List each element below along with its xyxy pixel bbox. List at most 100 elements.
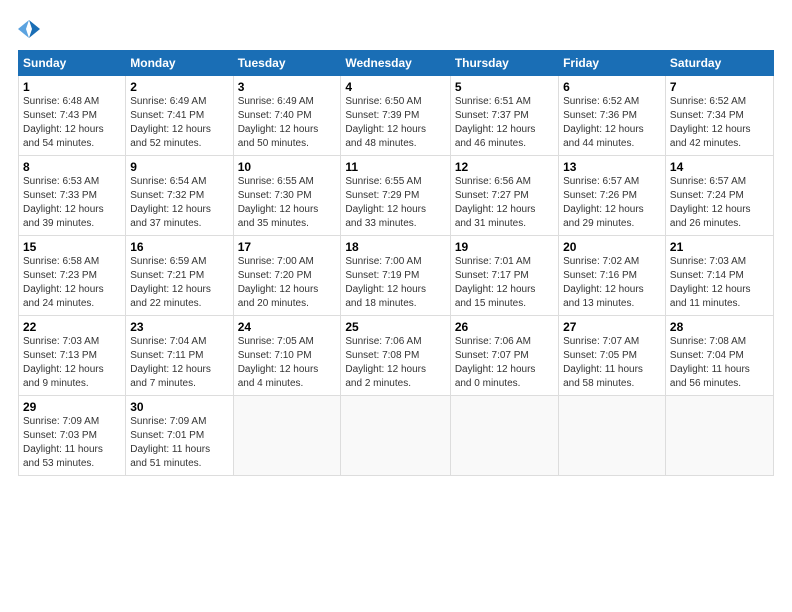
day-number: 24	[238, 320, 337, 334]
week-row-3: 15 Sunrise: 6:58 AMSunset: 7:23 PMDaylig…	[19, 236, 774, 316]
week-row-5: 29 Sunrise: 7:09 AMSunset: 7:03 PMDaylig…	[19, 396, 774, 476]
day-cell: 9 Sunrise: 6:54 AMSunset: 7:32 PMDayligh…	[126, 156, 233, 236]
day-cell	[450, 396, 558, 476]
day-detail: Sunrise: 6:49 AMSunset: 7:41 PMDaylight:…	[130, 96, 211, 149]
day-cell: 8 Sunrise: 6:53 AMSunset: 7:33 PMDayligh…	[19, 156, 126, 236]
day-cell: 27 Sunrise: 7:07 AMSunset: 7:05 PMDaylig…	[559, 316, 666, 396]
day-detail: Sunrise: 7:01 AMSunset: 7:17 PMDaylight:…	[455, 256, 536, 309]
day-cell: 6 Sunrise: 6:52 AMSunset: 7:36 PMDayligh…	[559, 76, 666, 156]
col-header-sunday: Sunday	[19, 51, 126, 76]
day-detail: Sunrise: 6:57 AMSunset: 7:26 PMDaylight:…	[563, 176, 644, 229]
day-cell: 18 Sunrise: 7:00 AMSunset: 7:19 PMDaylig…	[341, 236, 450, 316]
day-number: 19	[455, 240, 554, 254]
day-cell: 17 Sunrise: 7:00 AMSunset: 7:20 PMDaylig…	[233, 236, 341, 316]
logo-text	[18, 18, 40, 40]
day-detail: Sunrise: 6:56 AMSunset: 7:27 PMDaylight:…	[455, 176, 536, 229]
day-cell: 29 Sunrise: 7:09 AMSunset: 7:03 PMDaylig…	[19, 396, 126, 476]
day-number: 17	[238, 240, 337, 254]
day-detail: Sunrise: 7:04 AMSunset: 7:11 PMDaylight:…	[130, 336, 211, 389]
day-cell: 3 Sunrise: 6:49 AMSunset: 7:40 PMDayligh…	[233, 76, 341, 156]
day-cell: 16 Sunrise: 6:59 AMSunset: 7:21 PMDaylig…	[126, 236, 233, 316]
day-detail: Sunrise: 7:00 AMSunset: 7:20 PMDaylight:…	[238, 256, 319, 309]
day-detail: Sunrise: 6:54 AMSunset: 7:32 PMDaylight:…	[130, 176, 211, 229]
day-number: 15	[23, 240, 121, 254]
day-cell: 15 Sunrise: 6:58 AMSunset: 7:23 PMDaylig…	[19, 236, 126, 316]
day-cell	[665, 396, 773, 476]
day-number: 8	[23, 160, 121, 174]
day-number: 22	[23, 320, 121, 334]
day-detail: Sunrise: 6:58 AMSunset: 7:23 PMDaylight:…	[23, 256, 104, 309]
logo-blue-row	[18, 18, 40, 40]
day-cell: 26 Sunrise: 7:06 AMSunset: 7:07 PMDaylig…	[450, 316, 558, 396]
day-number: 12	[455, 160, 554, 174]
day-cell: 2 Sunrise: 6:49 AMSunset: 7:41 PMDayligh…	[126, 76, 233, 156]
day-detail: Sunrise: 7:03 AMSunset: 7:14 PMDaylight:…	[670, 256, 751, 309]
day-detail: Sunrise: 7:09 AMSunset: 7:03 PMDaylight:…	[23, 416, 103, 469]
day-number: 30	[130, 400, 228, 414]
logo	[18, 18, 40, 40]
day-number: 26	[455, 320, 554, 334]
day-cell: 28 Sunrise: 7:08 AMSunset: 7:04 PMDaylig…	[665, 316, 773, 396]
header	[18, 18, 774, 40]
day-number: 18	[345, 240, 445, 254]
day-detail: Sunrise: 7:02 AMSunset: 7:16 PMDaylight:…	[563, 256, 644, 309]
day-number: 2	[130, 80, 228, 94]
day-detail: Sunrise: 6:59 AMSunset: 7:21 PMDaylight:…	[130, 256, 211, 309]
day-cell: 5 Sunrise: 6:51 AMSunset: 7:37 PMDayligh…	[450, 76, 558, 156]
calendar-table: SundayMondayTuesdayWednesdayThursdayFrid…	[18, 50, 774, 476]
day-detail: Sunrise: 6:51 AMSunset: 7:37 PMDaylight:…	[455, 96, 536, 149]
day-detail: Sunrise: 7:07 AMSunset: 7:05 PMDaylight:…	[563, 336, 643, 389]
day-cell: 13 Sunrise: 6:57 AMSunset: 7:26 PMDaylig…	[559, 156, 666, 236]
day-cell: 24 Sunrise: 7:05 AMSunset: 7:10 PMDaylig…	[233, 316, 341, 396]
calendar-header-row: SundayMondayTuesdayWednesdayThursdayFrid…	[19, 51, 774, 76]
day-detail: Sunrise: 6:50 AMSunset: 7:39 PMDaylight:…	[345, 96, 426, 149]
day-detail: Sunrise: 7:09 AMSunset: 7:01 PMDaylight:…	[130, 416, 210, 469]
day-number: 3	[238, 80, 337, 94]
day-number: 1	[23, 80, 121, 94]
day-cell: 20 Sunrise: 7:02 AMSunset: 7:16 PMDaylig…	[559, 236, 666, 316]
col-header-wednesday: Wednesday	[341, 51, 450, 76]
day-detail: Sunrise: 7:06 AMSunset: 7:08 PMDaylight:…	[345, 336, 426, 389]
day-number: 4	[345, 80, 445, 94]
week-row-2: 8 Sunrise: 6:53 AMSunset: 7:33 PMDayligh…	[19, 156, 774, 236]
day-cell: 23 Sunrise: 7:04 AMSunset: 7:11 PMDaylig…	[126, 316, 233, 396]
day-number: 5	[455, 80, 554, 94]
day-cell: 14 Sunrise: 6:57 AMSunset: 7:24 PMDaylig…	[665, 156, 773, 236]
day-detail: Sunrise: 7:00 AMSunset: 7:19 PMDaylight:…	[345, 256, 426, 309]
col-header-saturday: Saturday	[665, 51, 773, 76]
day-number: 27	[563, 320, 661, 334]
day-detail: Sunrise: 6:52 AMSunset: 7:34 PMDaylight:…	[670, 96, 751, 149]
col-header-thursday: Thursday	[450, 51, 558, 76]
day-number: 20	[563, 240, 661, 254]
day-detail: Sunrise: 6:48 AMSunset: 7:43 PMDaylight:…	[23, 96, 104, 149]
day-detail: Sunrise: 6:53 AMSunset: 7:33 PMDaylight:…	[23, 176, 104, 229]
day-number: 13	[563, 160, 661, 174]
day-detail: Sunrise: 7:05 AMSunset: 7:10 PMDaylight:…	[238, 336, 319, 389]
day-number: 7	[670, 80, 769, 94]
day-cell	[559, 396, 666, 476]
day-detail: Sunrise: 7:06 AMSunset: 7:07 PMDaylight:…	[455, 336, 536, 389]
day-number: 29	[23, 400, 121, 414]
day-cell: 11 Sunrise: 6:55 AMSunset: 7:29 PMDaylig…	[341, 156, 450, 236]
day-number: 10	[238, 160, 337, 174]
day-number: 25	[345, 320, 445, 334]
day-cell: 1 Sunrise: 6:48 AMSunset: 7:43 PMDayligh…	[19, 76, 126, 156]
day-cell: 7 Sunrise: 6:52 AMSunset: 7:34 PMDayligh…	[665, 76, 773, 156]
day-number: 16	[130, 240, 228, 254]
col-header-monday: Monday	[126, 51, 233, 76]
day-number: 14	[670, 160, 769, 174]
day-detail: Sunrise: 7:08 AMSunset: 7:04 PMDaylight:…	[670, 336, 750, 389]
day-number: 9	[130, 160, 228, 174]
week-row-4: 22 Sunrise: 7:03 AMSunset: 7:13 PMDaylig…	[19, 316, 774, 396]
day-detail: Sunrise: 6:55 AMSunset: 7:30 PMDaylight:…	[238, 176, 319, 229]
day-cell: 22 Sunrise: 7:03 AMSunset: 7:13 PMDaylig…	[19, 316, 126, 396]
day-cell: 19 Sunrise: 7:01 AMSunset: 7:17 PMDaylig…	[450, 236, 558, 316]
day-detail: Sunrise: 6:57 AMSunset: 7:24 PMDaylight:…	[670, 176, 751, 229]
day-cell: 30 Sunrise: 7:09 AMSunset: 7:01 PMDaylig…	[126, 396, 233, 476]
day-cell: 12 Sunrise: 6:56 AMSunset: 7:27 PMDaylig…	[450, 156, 558, 236]
week-row-1: 1 Sunrise: 6:48 AMSunset: 7:43 PMDayligh…	[19, 76, 774, 156]
day-cell: 25 Sunrise: 7:06 AMSunset: 7:08 PMDaylig…	[341, 316, 450, 396]
col-header-tuesday: Tuesday	[233, 51, 341, 76]
day-detail: Sunrise: 6:52 AMSunset: 7:36 PMDaylight:…	[563, 96, 644, 149]
day-number: 23	[130, 320, 228, 334]
